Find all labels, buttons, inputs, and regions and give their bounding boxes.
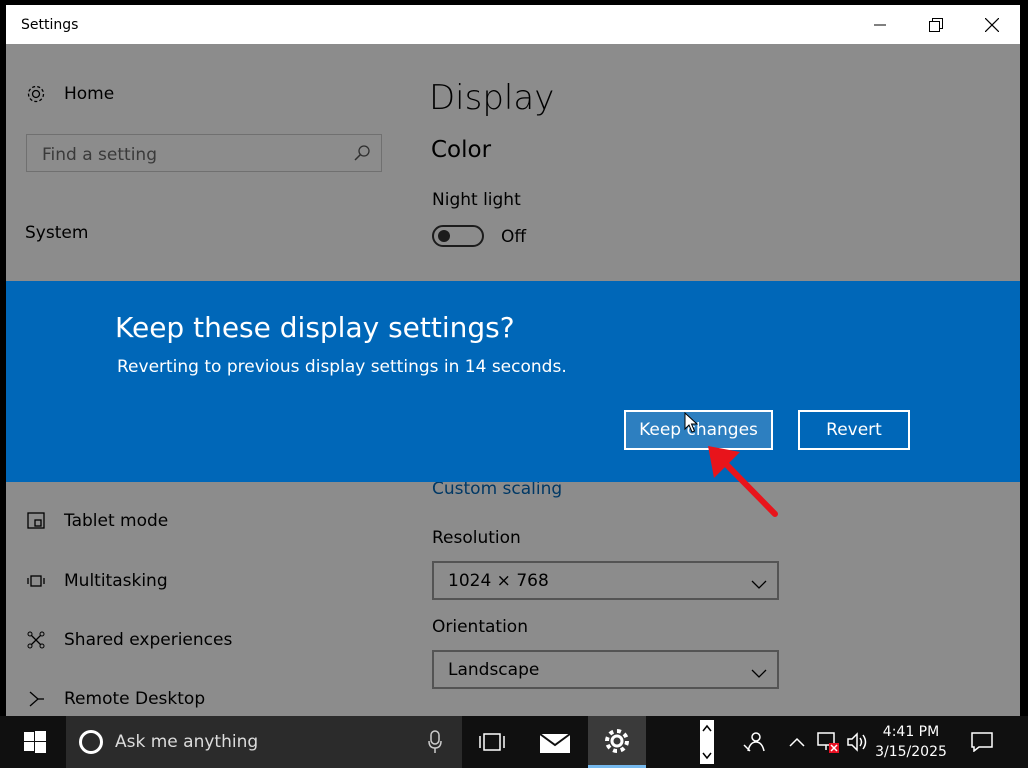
restore-icon: [929, 17, 943, 32]
chevron-up-icon: [789, 737, 805, 747]
settings-app-button[interactable]: [588, 716, 646, 768]
microphone-icon[interactable]: [428, 730, 442, 758]
tray-scroll-control[interactable]: [696, 716, 718, 768]
mouse-cursor-icon: [684, 412, 698, 433]
network-button[interactable]: [814, 716, 842, 768]
windows-logo-icon: [24, 731, 46, 753]
action-center-icon: [971, 732, 993, 752]
start-button[interactable]: [12, 716, 58, 768]
cortana-icon: [78, 729, 104, 759]
dialog-title: Keep these display settings?: [115, 311, 515, 344]
people-icon: [743, 732, 765, 752]
network-disconnected-icon: [817, 732, 839, 753]
show-hidden-icons-button[interactable]: [786, 716, 808, 768]
window-title: Settings: [21, 17, 79, 33]
clock-time: 4:41 PM: [882, 724, 940, 740]
taskbar: Ask me anything 4:41 PM 3/15/2025: [0, 716, 1028, 768]
speaker-icon: [847, 732, 867, 752]
task-view-button[interactable]: [468, 716, 516, 768]
close-button[interactable]: [964, 5, 1020, 44]
people-button[interactable]: [738, 716, 770, 768]
restore-button[interactable]: [908, 5, 964, 44]
taskbar-clock[interactable]: 4:41 PM 3/15/2025: [874, 722, 948, 762]
minimize-icon: [874, 24, 886, 25]
gear-icon: [605, 728, 629, 753]
minimize-button[interactable]: [852, 5, 908, 44]
red-arrow-annotation-icon: [708, 446, 778, 517]
mail-icon: [539, 733, 571, 753]
settings-window: Settings Home Find a setting System Tabl…: [6, 5, 1020, 716]
close-icon: [985, 17, 999, 32]
mail-app-button[interactable]: [530, 716, 580, 768]
scroll-arrows-icon: [700, 720, 714, 764]
action-center-button[interactable]: [962, 716, 1002, 768]
taskbar-search-placeholder: Ask me anything: [115, 732, 259, 752]
keep-display-settings-dialog: Keep these display settings? Reverting t…: [6, 281, 1020, 482]
dialog-message: Reverting to previous display settings i…: [117, 357, 567, 377]
volume-button[interactable]: [844, 716, 872, 768]
revert-button[interactable]: Revert: [798, 410, 910, 450]
task-view-icon: [479, 733, 505, 751]
title-bar: Settings: [6, 5, 1020, 44]
taskbar-search-box[interactable]: Ask me anything: [66, 716, 462, 768]
clock-date: 3/15/2025: [875, 744, 947, 760]
